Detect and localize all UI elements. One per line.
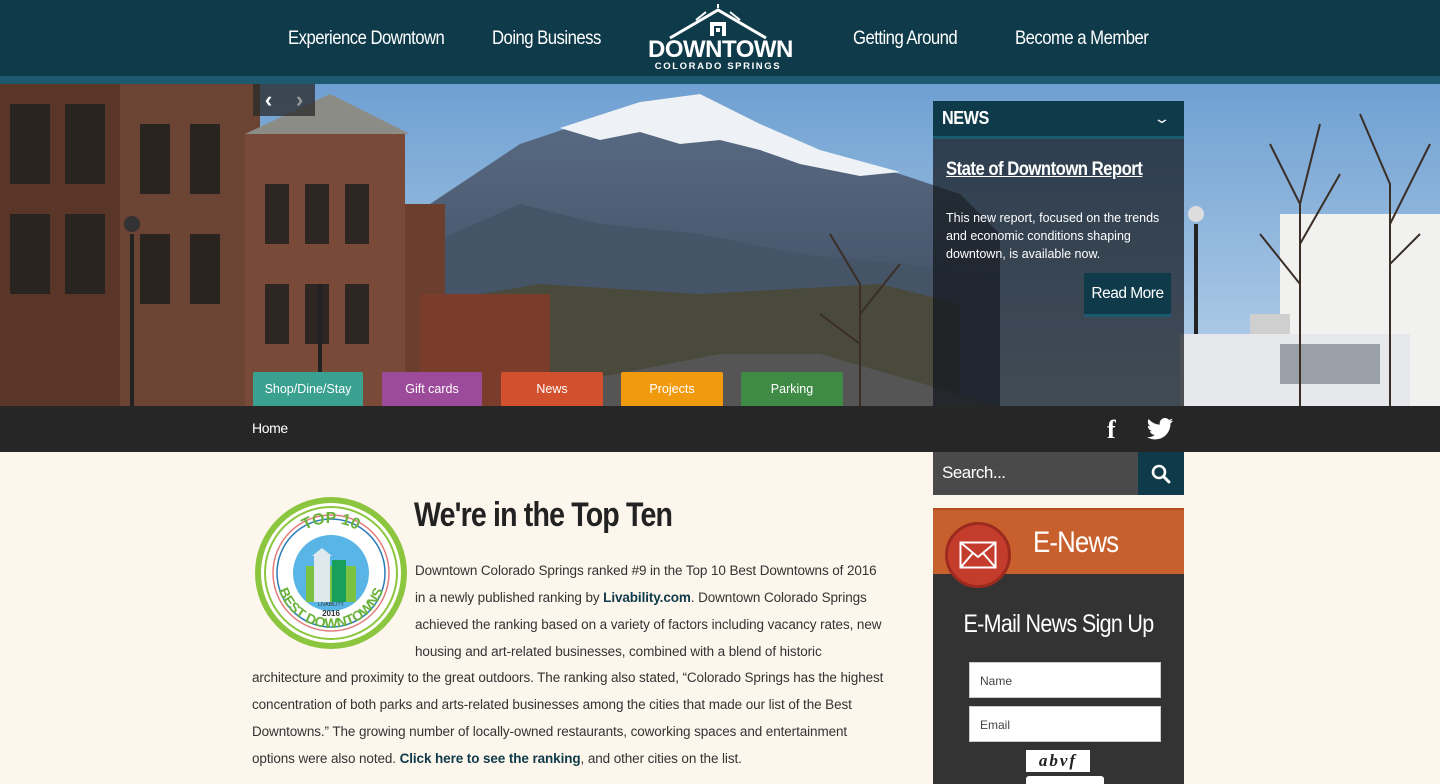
breadcrumb-home[interactable]: Home — [252, 420, 288, 436]
logo-subtext: COLORADO SPRINGS — [654, 61, 782, 72]
twitter-icon[interactable] — [1146, 418, 1174, 440]
badge-brand: LIVABILITY — [318, 602, 344, 608]
article-line: options were also noted. Click here to s… — [252, 745, 912, 772]
news-panel-header[interactable]: NEWS ⌄ — [933, 101, 1184, 139]
news-headline-link[interactable]: State of Downtown Report — [946, 159, 1143, 181]
article-paragraph-intro: Downtown Colorado Springs ranked #9 in t… — [415, 557, 885, 665]
hero-slideshow — [0, 84, 1440, 406]
quick-link-projects[interactable]: Projects — [621, 372, 723, 406]
top10-badge: TOP 10 BEST DOWNTOWNS LIVABILITY 2016 — [255, 497, 407, 649]
header-stripe — [0, 76, 1440, 84]
article-line: in a newly published ranking by Livabili… — [415, 584, 885, 611]
site-logo[interactable]: DOWNTOWN COLORADO SPRINGS — [648, 4, 793, 74]
nav-doing-business[interactable]: Doing Business — [492, 28, 601, 50]
article-line: concentration of both parks and arts-rel… — [252, 697, 852, 712]
nav-experience-downtown[interactable]: Experience Downtown — [288, 28, 445, 50]
quick-link-news[interactable]: News — [501, 372, 603, 406]
captcha-input[interactable] — [1026, 776, 1104, 784]
quick-link-shop-dine-stay[interactable]: Shop/Dine/Stay — [253, 372, 363, 406]
article-text: options were also noted. — [252, 751, 400, 766]
search-icon — [1151, 464, 1171, 483]
nav-become-member[interactable]: Become a Member — [1015, 28, 1149, 50]
logo-mountain-icon — [669, 4, 767, 40]
badge-year: 2016 — [322, 609, 340, 618]
slider-prev-icon[interactable]: ‹ — [265, 89, 272, 111]
read-more-button[interactable]: Read More — [1084, 273, 1171, 317]
nav-getting-around[interactable]: Getting Around — [853, 28, 958, 50]
breadcrumb-bar: Home f — [0, 406, 1440, 452]
email-field[interactable]: Email — [969, 706, 1161, 742]
news-panel: NEWS ⌄ State of Downtown Report This new… — [933, 101, 1184, 406]
hero-photo — [0, 84, 1440, 406]
article-paragraph-body: architecture and proximity to the great … — [252, 664, 912, 772]
ranking-link[interactable]: Click here to see the ranking — [400, 751, 581, 766]
slider-controls: ‹ › — [253, 84, 315, 116]
news-panel-label: NEWS — [942, 108, 989, 128]
search-button[interactable] — [1138, 452, 1184, 495]
search-input[interactable]: Search... — [933, 452, 1138, 495]
chevron-down-icon[interactable]: ⌄ — [1153, 110, 1171, 127]
facebook-icon[interactable]: f — [1107, 415, 1116, 445]
article-text: , and other cities on the list. — [580, 751, 742, 766]
article-text: . Downtown Colorado Springs — [690, 590, 867, 605]
enews-subtitle: E-Mail News Sign Up — [963, 610, 1154, 638]
enews-title: E-News — [1033, 526, 1119, 559]
article-line: architecture and proximity to the great … — [252, 670, 884, 685]
article-line: Downtown Colorado Springs ranked #9 in t… — [415, 563, 877, 578]
enews-signup-panel: E-News E-Mail News Sign Up Name Email ab… — [933, 508, 1184, 784]
captcha-image: abvf — [1026, 750, 1090, 772]
article-title: We're in the Top Ten — [414, 496, 673, 534]
article-line: achieved the ranking based on a variety … — [415, 617, 882, 632]
quick-link-gift-cards[interactable]: Gift cards — [382, 372, 482, 406]
name-field[interactable]: Name — [969, 662, 1161, 698]
logo-text: DOWNTOWN — [648, 36, 793, 63]
news-summary: This new report, focused on the trends a… — [946, 211, 1160, 261]
livability-link[interactable]: Livability.com — [603, 590, 691, 605]
article-text: in a newly published ranking by — [415, 590, 604, 605]
quick-link-parking[interactable]: Parking — [741, 372, 843, 406]
slider-next-icon[interactable]: › — [296, 89, 303, 111]
article-line: housing and art-related businesses, comb… — [415, 644, 822, 659]
envelope-icon — [945, 522, 1011, 588]
article-line: Downtowns.” The growing number of locall… — [252, 724, 848, 739]
